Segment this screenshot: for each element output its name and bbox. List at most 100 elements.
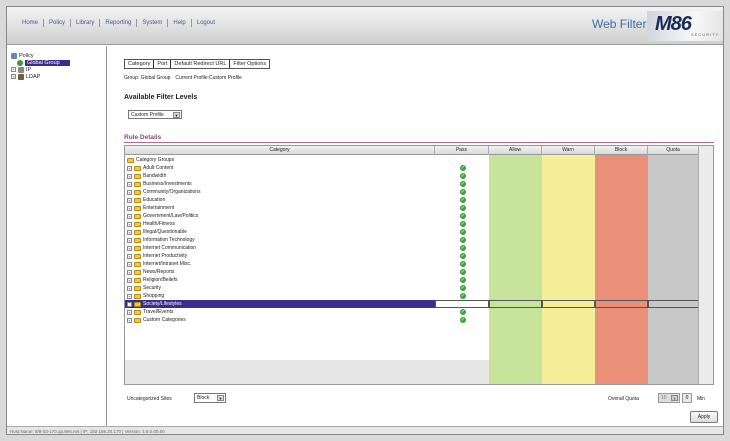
ip-icon — [18, 66, 24, 73]
tree-item-ip[interactable]: + IP — [11, 66, 31, 73]
table-row[interactable]: + Community/Organizations ✓ — [125, 188, 699, 196]
check-icon[interactable]: ✓ — [460, 253, 466, 259]
tab-port[interactable]: Port — [153, 60, 170, 68]
expand-icon[interactable]: + — [127, 301, 132, 307]
table-row[interactable]: + Business/Investments ✓ — [125, 180, 699, 188]
check-icon[interactable]: ✓ — [460, 261, 466, 267]
expand-icon[interactable]: + — [127, 229, 132, 235]
uncategorized-select[interactable]: Block ▼ — [194, 393, 226, 403]
nav-help[interactable]: Help — [168, 19, 192, 27]
table-row[interactable]: + Entertainment ✓ — [125, 204, 699, 212]
list-item[interactable]: Category Groups — [125, 156, 699, 164]
tab-category[interactable]: Category — [125, 60, 153, 68]
table-row[interactable]: + Society/Lifestyles — [125, 300, 699, 308]
table-row[interactable]: + Custom Categories ✓ — [125, 316, 699, 324]
check-icon[interactable]: ✓ — [460, 205, 466, 211]
expand-icon[interactable]: + — [127, 269, 132, 275]
check-icon[interactable]: ✓ — [460, 189, 466, 195]
check-icon[interactable]: ✓ — [460, 317, 466, 323]
check-icon[interactable]: ✓ — [460, 165, 466, 171]
category-name: Travel/Events — [143, 309, 174, 315]
tree-item-policy[interactable]: Policy — [11, 52, 34, 59]
check-icon[interactable]: ✓ — [460, 213, 466, 219]
expand-icon[interactable]: + — [127, 245, 132, 251]
apply-button[interactable]: Apply — [690, 411, 718, 423]
expand-icon[interactable]: + — [127, 237, 132, 243]
category-name: Community/Organizations — [143, 189, 201, 195]
table-row[interactable]: + Adult Content ✓ — [125, 164, 699, 172]
expand-icon[interactable]: + — [127, 181, 132, 187]
tab-filter-options[interactable]: Filter Options — [229, 60, 269, 68]
expand-icon[interactable]: + — [11, 74, 16, 79]
table-row[interactable]: + Information Technology ✓ — [125, 236, 699, 244]
nav-logout[interactable]: Logout — [192, 19, 220, 27]
nav-system[interactable]: System — [137, 19, 169, 27]
expand-icon[interactable]: + — [127, 221, 132, 227]
check-icon[interactable]: ✓ — [460, 229, 466, 235]
table-row[interactable]: + Government/Law/Politics ✓ — [125, 212, 699, 220]
table-row[interactable]: + Internet/Intranet Misc. ✓ — [125, 260, 699, 268]
tree-item-ldap[interactable]: + LDAP — [11, 73, 40, 80]
grid-scrollbar[interactable] — [698, 146, 713, 384]
expand-icon[interactable]: + — [127, 293, 132, 299]
category-name: Health/Fitness — [143, 221, 175, 227]
logo-subtext: SECURITY — [691, 32, 720, 37]
check-icon[interactable]: ✓ — [460, 221, 466, 227]
table-row[interactable]: + Travel/Events ✓ — [125, 308, 699, 316]
overall-quota-select[interactable]: 10 ▼ — [658, 393, 680, 403]
category-name: Government/Law/Politics — [143, 213, 199, 219]
category-groups-label: Category Groups — [136, 157, 175, 163]
profile-select[interactable]: Custom Profile ▼ — [128, 110, 182, 119]
company-logo: M86 SECURITY — [647, 11, 723, 41]
category-name: Security — [143, 285, 162, 291]
nav-reporting[interactable]: Reporting — [100, 19, 138, 27]
table-row[interactable]: + Illegal/Questionable ✓ — [125, 228, 699, 236]
expand-icon[interactable]: + — [127, 285, 132, 291]
folder-icon — [134, 229, 141, 235]
folder-icon — [134, 293, 141, 299]
expand-icon[interactable]: + — [127, 165, 132, 171]
table-row[interactable]: + Education ✓ — [125, 196, 699, 204]
nav-policy[interactable]: Policy — [44, 19, 72, 27]
expand-icon[interactable]: + — [127, 189, 132, 195]
nav-home[interactable]: Home — [17, 19, 45, 27]
table-row[interactable]: + Internet Productivity ✓ — [125, 252, 699, 260]
nav-library[interactable]: Library — [71, 19, 101, 27]
expand-icon[interactable]: + — [127, 197, 132, 203]
expand-icon[interactable]: + — [127, 317, 132, 323]
check-icon[interactable]: ✓ — [460, 309, 466, 315]
tab-default-redirect-url[interactable]: Default Redirect URL — [170, 60, 229, 68]
crumb-profile: Current Profile:Custom Profile — [175, 75, 242, 81]
check-icon[interactable]: ✓ — [460, 245, 466, 251]
table-row[interactable]: + Shopping ✓ — [125, 292, 699, 300]
expand-icon[interactable]: + — [127, 205, 132, 211]
row-label: + Health/Fitness — [127, 220, 175, 228]
check-icon[interactable]: ✓ — [460, 181, 466, 187]
category-name: News/Reports — [143, 269, 175, 275]
tree-item-global-group[interactable]: Global Group — [17, 59, 70, 66]
check-icon[interactable]: ✓ — [460, 293, 466, 299]
check-icon[interactable]: ✓ — [460, 173, 466, 179]
table-row[interactable]: + Security ✓ — [125, 284, 699, 292]
expand-icon[interactable]: + — [127, 213, 132, 219]
expand-icon[interactable]: + — [127, 253, 132, 259]
table-row[interactable]: + Bandwidth ✓ — [125, 172, 699, 180]
check-icon[interactable]: ✓ — [460, 269, 466, 275]
check-icon[interactable]: ✓ — [460, 237, 466, 243]
expand-icon[interactable]: + — [11, 67, 16, 72]
overall-quota-label: Overall Quota — [608, 396, 639, 402]
expand-icon[interactable]: + — [127, 309, 132, 315]
table-row[interactable]: + Health/Fitness ✓ — [125, 220, 699, 228]
expand-icon[interactable]: + — [127, 277, 132, 283]
check-icon[interactable]: ✓ — [460, 285, 466, 291]
table-row[interactable]: + Religion/Beliefs ✓ — [125, 276, 699, 284]
table-row[interactable]: + News/Reports ✓ — [125, 268, 699, 276]
folder-icon — [134, 317, 141, 323]
check-icon[interactable]: ✓ — [460, 197, 466, 203]
folder-icon — [134, 301, 141, 307]
expand-icon[interactable]: + — [127, 173, 132, 179]
expand-icon[interactable]: + — [127, 261, 132, 267]
table-row[interactable]: + Internet Communication ✓ — [125, 244, 699, 252]
check-icon[interactable]: ✓ — [460, 277, 466, 283]
overall-quota-input[interactable]: 0 — [682, 393, 692, 403]
